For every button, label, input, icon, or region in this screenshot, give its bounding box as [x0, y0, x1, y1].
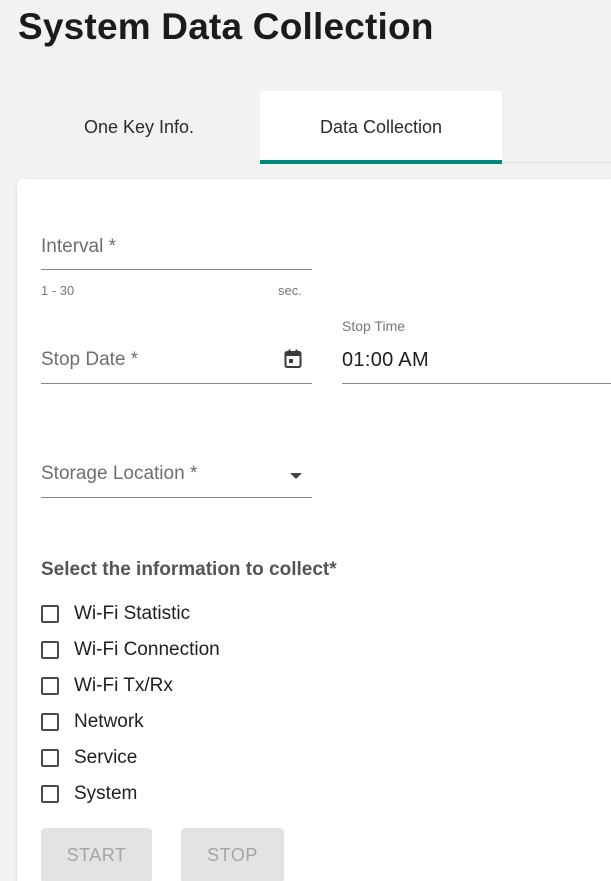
collect-section-title: Select the information to collect*	[41, 559, 337, 580]
checkbox-box[interactable]	[41, 713, 59, 731]
active-tab-indicator	[260, 160, 502, 164]
checkbox-box[interactable]	[41, 605, 59, 623]
tab-data-collection-label: Data Collection	[319, 116, 443, 137]
checkbox-label: Wi-Fi Statistic	[74, 603, 191, 624]
checkbox-box[interactable]	[41, 641, 59, 659]
stop-button[interactable]: STOP	[181, 828, 284, 881]
checkbox-label: Service	[74, 747, 138, 768]
dropdown-arrow-icon[interactable]	[289, 472, 303, 480]
interval-range-hint: 1 - 30	[41, 283, 75, 298]
checkbox-box[interactable]	[41, 785, 59, 803]
start-button[interactable]: START	[41, 828, 152, 881]
tab-one-key-info[interactable]: One Key Info.	[18, 91, 260, 163]
checkbox-label: System	[74, 783, 138, 804]
interval-input[interactable]	[41, 269, 312, 270]
checkbox-label: Wi-Fi Connection	[74, 639, 220, 660]
stop-date-label: Stop Date *	[41, 349, 139, 370]
storage-location-label: Storage Location *	[41, 463, 198, 484]
collect-checklist: Wi-Fi Statistic Wi-Fi Connection Wi-Fi T…	[41, 596, 220, 812]
storage-location-select[interactable]	[41, 497, 312, 498]
stop-date-input[interactable]	[41, 383, 312, 384]
checkbox-label: Network	[74, 711, 144, 732]
stop-time-value[interactable]: 01:00 AM	[342, 349, 429, 372]
checkbox-wifi-txrx[interactable]: Wi-Fi Tx/Rx	[41, 668, 220, 704]
stop-time-underline	[342, 383, 611, 384]
checkbox-box[interactable]	[41, 677, 59, 695]
checkbox-system[interactable]: System	[41, 776, 220, 812]
tab-bar: One Key Info. Data Collection	[18, 91, 611, 164]
checkbox-wifi-statistic[interactable]: Wi-Fi Statistic	[41, 596, 220, 632]
interval-label: Interval *	[41, 236, 116, 257]
checkbox-box[interactable]	[41, 749, 59, 767]
page: System Data Collection One Key Info. Dat…	[0, 0, 611, 881]
interval-unit-hint: sec.	[278, 283, 302, 298]
checkbox-service[interactable]: Service	[41, 740, 220, 776]
data-collection-card: Interval * 1 - 30 sec. Stop Date * Stop …	[17, 179, 611, 881]
checkbox-label: Wi-Fi Tx/Rx	[74, 675, 173, 696]
checkbox-network[interactable]: Network	[41, 704, 220, 740]
checkbox-wifi-connection[interactable]: Wi-Fi Connection	[41, 632, 220, 668]
calendar-icon[interactable]	[284, 349, 302, 369]
stop-time-label: Stop Time	[342, 318, 406, 334]
tab-data-collection[interactable]: Data Collection	[260, 91, 502, 164]
page-title: System Data Collection	[18, 6, 434, 47]
